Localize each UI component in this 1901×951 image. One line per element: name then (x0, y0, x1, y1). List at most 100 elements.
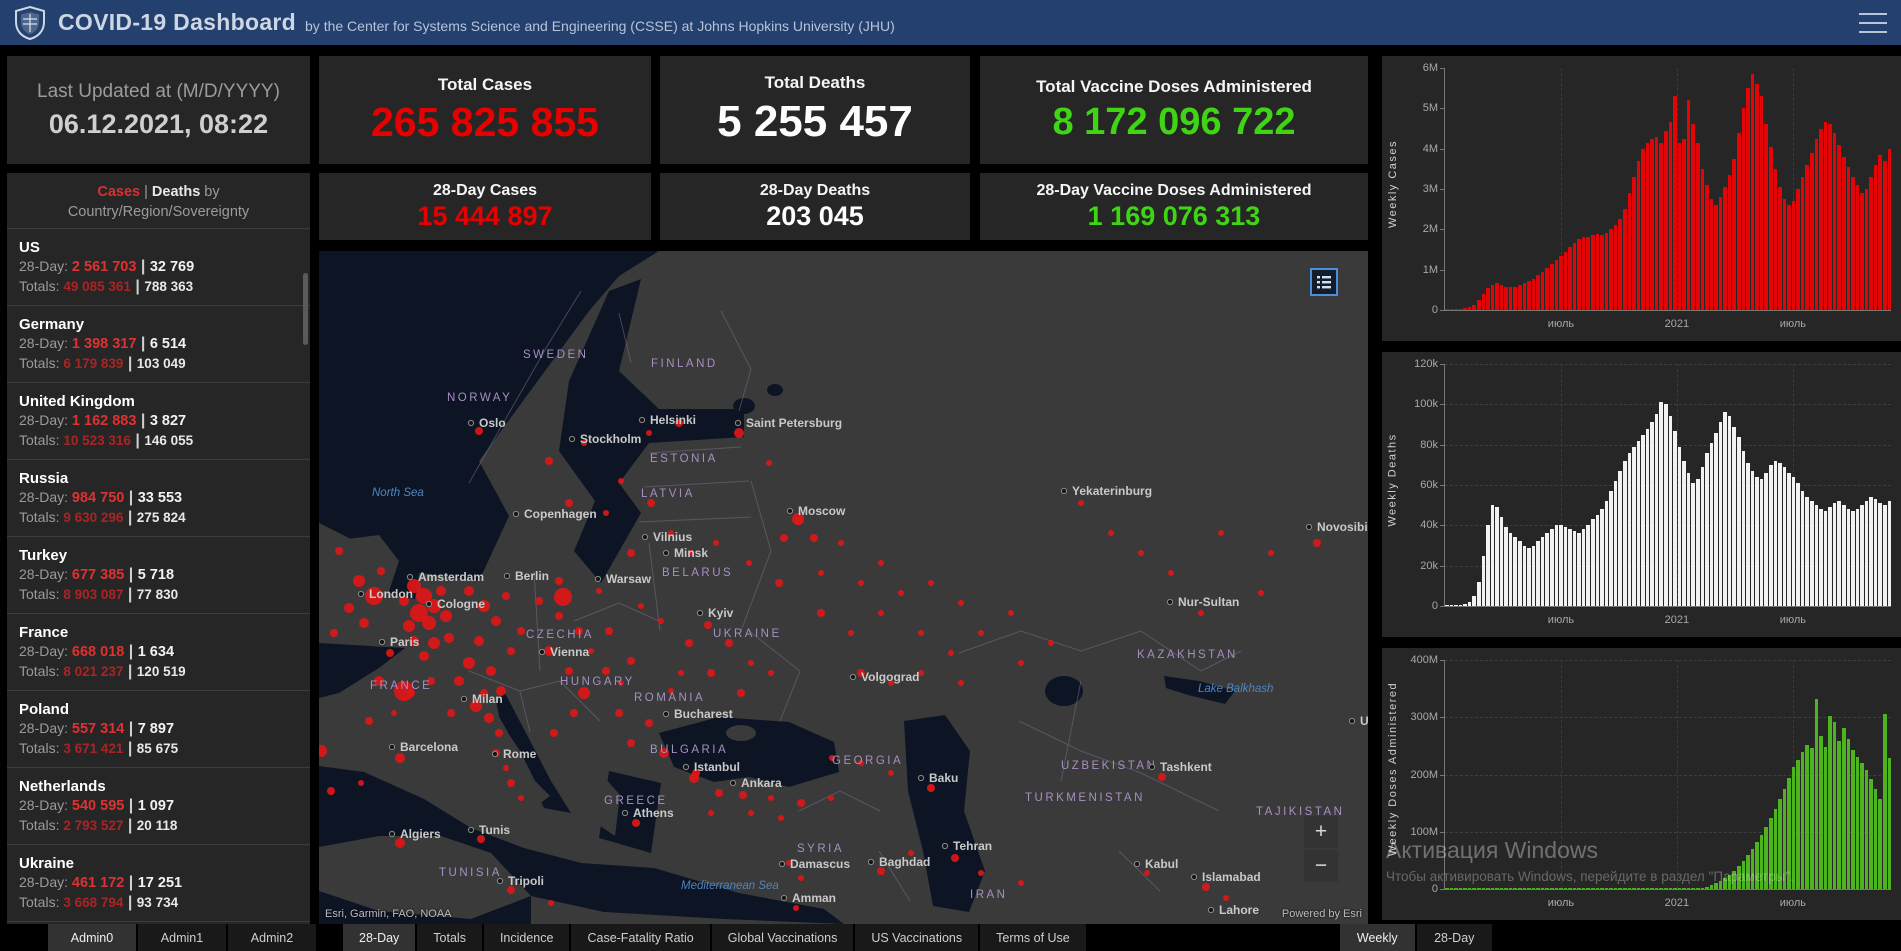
case-dot[interactable] (918, 630, 924, 636)
case-dot[interactable] (632, 819, 640, 827)
case-dot[interactable] (1198, 610, 1204, 616)
case-dot[interactable] (1313, 539, 1321, 547)
case-dot[interactable] (545, 457, 553, 465)
country-row-russia[interactable]: Russia 28-Day: 984 750 | 33 553 Totals: 9… (7, 459, 310, 536)
case-dot[interactable] (474, 636, 484, 646)
case-dot[interactable] (748, 810, 754, 816)
case-dot[interactable] (484, 713, 494, 723)
case-dot[interactable] (766, 460, 772, 466)
case-dot[interactable] (359, 618, 369, 628)
case-dot[interactable] (828, 795, 834, 801)
tab-totals[interactable]: Totals (417, 924, 482, 951)
country-row-france[interactable]: France 28-Day: 668 018 | 1 634 Totals: 8 … (7, 613, 310, 690)
case-dot[interactable] (548, 900, 554, 906)
case-dot[interactable] (358, 780, 364, 786)
case-dot[interactable] (1258, 590, 1264, 596)
tab-admin2[interactable]: Admin2 (228, 924, 316, 951)
case-dot[interactable] (958, 600, 964, 606)
case-dot[interactable] (1108, 530, 1114, 536)
tab-admin0[interactable]: Admin0 (48, 924, 136, 951)
world-map[interactable]: SWEDEN NORWAY FINLAND ESTONIA LATVIA BELARUS U… (319, 251, 1368, 924)
case-dot[interactable] (491, 616, 501, 626)
case-dot[interactable] (344, 603, 354, 613)
case-dot[interactable] (403, 620, 415, 632)
plot-area[interactable]: 400M 300M 200M 100M 0 июль 2021 июль (1410, 654, 1892, 909)
case-dot[interactable] (713, 540, 719, 546)
case-dot[interactable] (646, 430, 652, 436)
case-dot[interactable] (768, 670, 774, 676)
zoom-in-button[interactable]: + (1304, 816, 1338, 848)
tab-terms-of-use[interactable]: Terms of Use (980, 924, 1086, 951)
case-dot[interactable] (848, 630, 854, 636)
case-dot[interactable] (704, 621, 712, 629)
layer-list-button[interactable] (1310, 268, 1338, 296)
tab-admin1[interactable]: Admin1 (138, 924, 226, 951)
country-row-turkey[interactable]: Turkey 28-Day: 677 385 | 5 718 Totals: 8 … (7, 536, 310, 613)
case-dot[interactable] (440, 610, 452, 622)
case-dot[interactable] (1223, 895, 1229, 901)
case-dot[interactable] (535, 597, 543, 605)
weekly-cases-chart[interactable]: Weekly Cases 6M 5M 4M 3M 2M 1M 0 июль 2021 июль (1382, 56, 1901, 341)
case-dot[interactable] (645, 719, 653, 727)
plot-area[interactable]: 6M 5M 4M 3M 2M 1M 0 июль 2021 июль (1423, 62, 1892, 330)
case-dot[interactable] (746, 560, 752, 566)
case-dot[interactable] (486, 666, 496, 676)
case-dot[interactable] (517, 627, 525, 635)
case-dot[interactable] (978, 870, 984, 876)
case-dot[interactable] (627, 657, 635, 665)
case-dot[interactable] (596, 588, 602, 594)
plot-area[interactable]: 120k 100k 80k 60k 40k 20k 0 июль 2021 июль (1414, 358, 1892, 626)
case-dot[interactable] (518, 795, 524, 801)
case-dot[interactable] (978, 630, 984, 636)
case-dot[interactable] (395, 753, 405, 763)
case-dot[interactable] (768, 795, 774, 801)
case-dot[interactable] (327, 787, 335, 795)
case-dot[interactable] (565, 499, 573, 507)
case-dot[interactable] (554, 588, 572, 606)
case-dot[interactable] (555, 577, 563, 585)
case-dot[interactable] (627, 549, 635, 557)
weekly-doses-chart[interactable]: Weekly Doses Administered 400M 300M 200M 100… (1382, 648, 1901, 920)
case-dot[interactable] (715, 789, 723, 797)
case-dot[interactable] (748, 660, 754, 666)
case-dot[interactable] (565, 667, 573, 675)
case-dot[interactable] (778, 815, 784, 821)
case-dot[interactable] (878, 610, 884, 616)
case-dot[interactable] (927, 784, 935, 792)
case-dot[interactable] (775, 579, 783, 587)
case-dot[interactable] (603, 510, 609, 516)
case-dot[interactable] (951, 854, 959, 862)
menu-icon[interactable] (1859, 12, 1887, 33)
case-dot[interactable] (463, 657, 475, 669)
case-dot[interactable] (817, 609, 825, 617)
case-dot[interactable] (502, 592, 510, 600)
tab-incidence[interactable]: Incidence (483, 924, 570, 951)
case-dot[interactable] (365, 717, 373, 725)
case-dot[interactable] (1018, 880, 1024, 886)
case-dot[interactable] (838, 540, 844, 546)
case-dot[interactable] (818, 570, 824, 576)
case-dot[interactable] (725, 639, 733, 647)
header-deaths-label[interactable]: Deaths (152, 184, 200, 200)
case-dot[interactable] (734, 428, 744, 438)
case-dot[interactable] (1018, 660, 1024, 666)
case-dot[interactable] (708, 810, 714, 816)
country-row-ukraine[interactable]: Ukraine 28-Day: 461 172 | 17 251 Totals: … (7, 844, 310, 921)
case-dot[interactable] (464, 586, 474, 596)
case-dot[interactable] (898, 590, 904, 596)
case-dot[interactable] (428, 637, 440, 649)
country-list-scrollbar[interactable] (303, 273, 308, 345)
case-dot[interactable] (739, 791, 747, 799)
case-dot[interactable] (1202, 883, 1210, 891)
case-dot[interactable] (507, 779, 515, 787)
case-dot[interactable] (605, 627, 613, 635)
case-dot[interactable] (422, 616, 436, 630)
weekly-deaths-chart[interactable]: Weekly Deaths 120k 100k 80k 60k 40k 20k 0 июль 20… (1382, 352, 1901, 637)
case-dot[interactable] (447, 709, 455, 717)
case-dot[interactable] (555, 612, 563, 620)
case-dot[interactable] (858, 580, 864, 586)
case-dot[interactable] (810, 534, 818, 542)
case-dot[interactable] (618, 478, 624, 484)
header-cases-label[interactable]: Cases (97, 184, 140, 200)
case-dot[interactable] (330, 629, 338, 637)
